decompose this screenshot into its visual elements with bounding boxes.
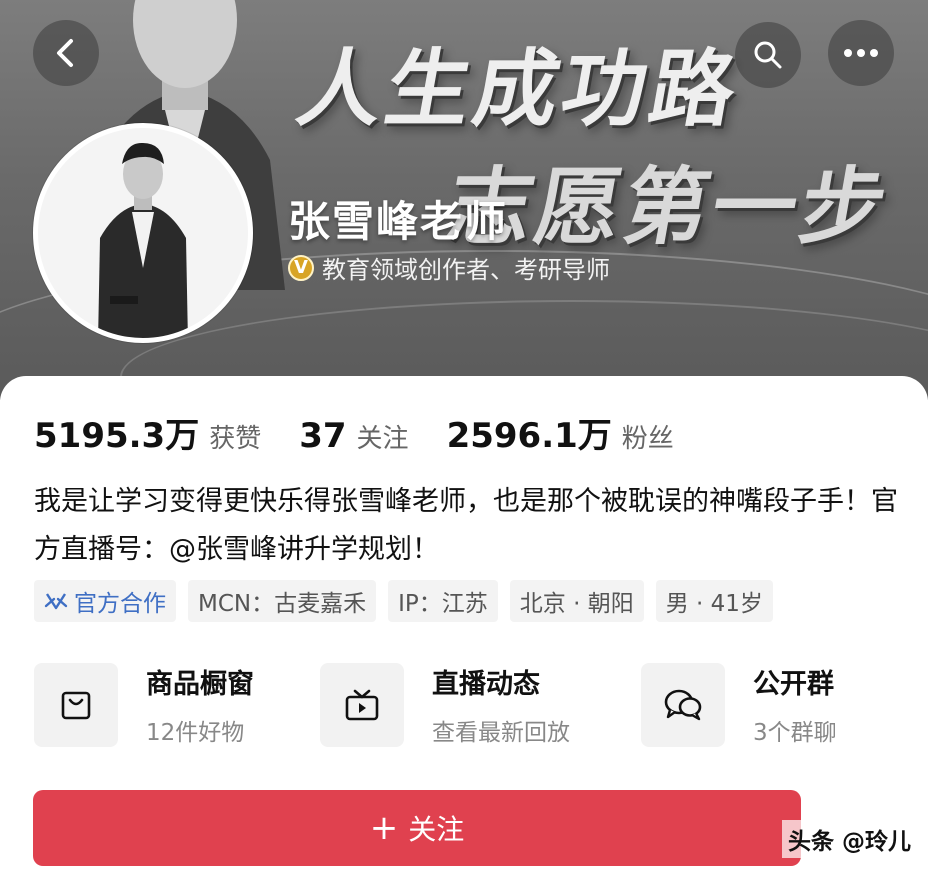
stats-row: 5195.3万 获赞 37 关注 2596.1万 粉丝 bbox=[34, 408, 712, 457]
tag-label: 北京 · 朝阳 bbox=[519, 591, 634, 617]
shortcut-text: 直播动态 查看最新回放 bbox=[432, 662, 570, 747]
shortcut-title: 商品橱窗 bbox=[146, 669, 254, 700]
plus-icon: + bbox=[369, 808, 399, 848]
shortcut-shop-window[interactable]: 商品橱窗 12件好物 bbox=[34, 662, 254, 747]
avatar[interactable] bbox=[33, 123, 253, 343]
search-icon bbox=[754, 41, 782, 69]
tag-label: MCN：古麦嘉禾 bbox=[198, 591, 367, 617]
back-button[interactable] bbox=[33, 20, 99, 86]
following-label[interactable]: 关注 bbox=[357, 418, 409, 455]
shortcut-live-stream[interactable]: 直播动态 查看最新回放 bbox=[320, 662, 570, 747]
shortcut-title: 公开群 bbox=[753, 669, 834, 700]
follow-button[interactable]: + 关注 bbox=[33, 790, 801, 866]
shortcut-subtitle: 3个群聊 bbox=[753, 720, 837, 746]
more-options-button[interactable] bbox=[828, 20, 894, 86]
shortcut-public-group[interactable]: 公开群 3个群聊 bbox=[641, 662, 837, 747]
tag-official-cooperation[interactable]: 官方合作 bbox=[34, 580, 176, 622]
tv-icon bbox=[345, 689, 379, 720]
followers-label[interactable]: 粉丝 bbox=[622, 418, 674, 455]
chevron-left-icon bbox=[57, 39, 73, 67]
shortcut-icon-box bbox=[641, 662, 725, 747]
search-button[interactable] bbox=[735, 22, 801, 88]
tag-label: 官方合作 bbox=[74, 591, 166, 617]
shopping-bag-icon bbox=[61, 691, 91, 719]
verification-text: 教育领域创作者、考研导师 bbox=[322, 256, 610, 284]
shortcut-icon-box bbox=[320, 662, 404, 747]
followers-count[interactable]: 2596.1万 bbox=[447, 408, 612, 457]
banner-slogan-line2: 志愿第一步 bbox=[440, 158, 898, 256]
more-dots-icon bbox=[844, 49, 878, 57]
likes-count: 5195.3万 bbox=[34, 416, 200, 456]
verified-badge-icon: V bbox=[288, 254, 314, 281]
tag-mcn[interactable]: MCN：古麦嘉禾 bbox=[188, 580, 377, 622]
shortcut-subtitle: 12件好物 bbox=[146, 720, 245, 746]
shortcut-title: 直播动态 bbox=[432, 669, 540, 700]
watermark: 头条 @玲儿 bbox=[782, 820, 918, 858]
profile-name: 张雪峰老师 bbox=[288, 197, 509, 246]
shortcut-text: 商品橱窗 12件好物 bbox=[146, 662, 254, 747]
tag-label: 男 · 41岁 bbox=[665, 591, 763, 617]
tag-gender-age: 男 · 41岁 bbox=[655, 580, 773, 622]
follow-button-label: 关注 bbox=[408, 813, 465, 846]
tag-label: IP：江苏 bbox=[398, 591, 488, 617]
avatar-person-image bbox=[38, 128, 248, 338]
profile-bio: 我是让学习变得更快乐得张雪峰老师，也是那个被耽误的神嘴段子手！官方直播号：@张雪… bbox=[34, 486, 898, 565]
tag-ip-location: IP：江苏 bbox=[388, 580, 498, 622]
official-cooperation-icon bbox=[44, 593, 68, 610]
profile-banner: 人生成功路 志愿第一步 张雪峰老师 V 教育领域创作者、考研导师 bbox=[0, 0, 928, 400]
chat-bubbles-icon bbox=[664, 689, 702, 720]
likes-label: 获赞 bbox=[209, 424, 262, 454]
banner-slogan-line1: 人生成功路 bbox=[290, 40, 748, 138]
tag-city: 北京 · 朝阳 bbox=[509, 580, 644, 622]
shortcut-subtitle: 查看最新回放 bbox=[432, 720, 570, 746]
profile-tags: 官方合作 MCN：古麦嘉禾 IP：江苏 北京 · 朝阳 男 · 41岁 bbox=[34, 580, 773, 622]
shortcut-text: 公开群 3个群聊 bbox=[753, 662, 837, 747]
following-count[interactable]: 37 bbox=[299, 416, 346, 456]
shortcut-icon-box bbox=[34, 662, 118, 747]
verification-row: V 教育领域创作者、考研导师 bbox=[288, 250, 610, 285]
